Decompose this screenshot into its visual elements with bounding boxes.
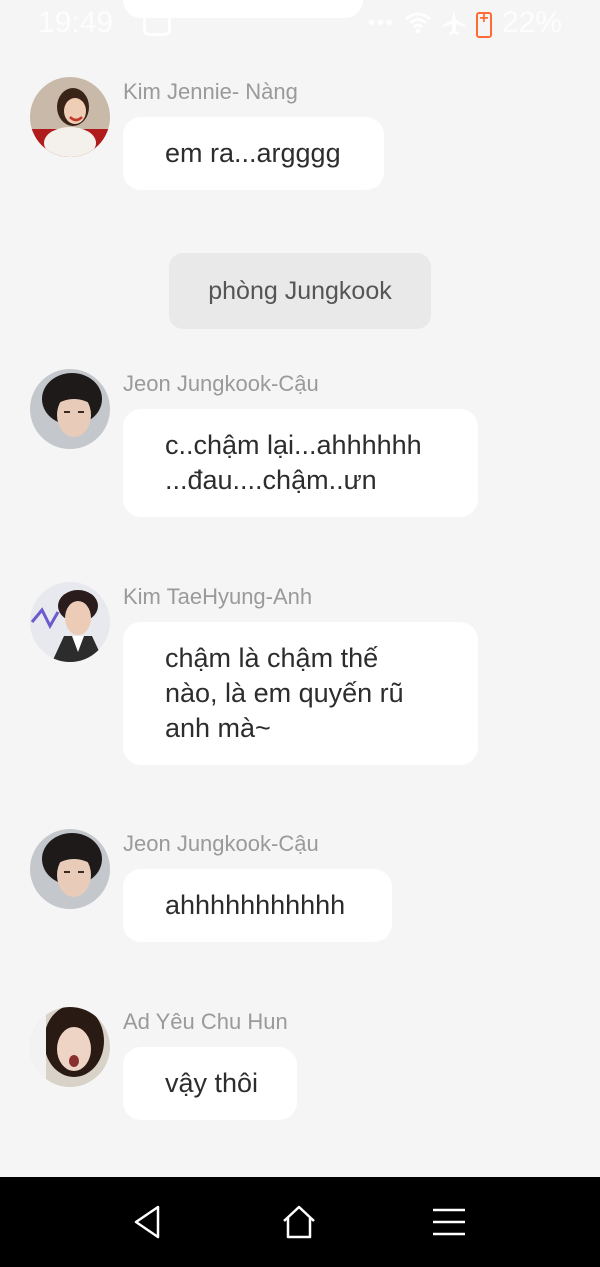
message-bubble[interactable]: c..chậm lại...ahhhhhh ...đau....chậm..ưn: [123, 409, 478, 517]
sender-name: Kim TaeHyung-Anh: [123, 584, 313, 609]
wifi-icon: [404, 12, 431, 34]
message-bubble[interactable]: ahhhhhhhhhhh: [123, 869, 392, 942]
message-text-line: nào, là em quyến rũ: [165, 678, 404, 708]
navigation-bar: [0, 1177, 600, 1267]
sender-name: Jeon Jungkook-Cậu: [123, 831, 319, 856]
message-text: vậy thôi: [165, 1068, 259, 1098]
back-triangle-icon[interactable]: [128, 1202, 168, 1242]
youtube-icon: [143, 12, 171, 36]
avatar[interactable]: [30, 369, 110, 449]
avatar[interactable]: [30, 829, 110, 909]
message-bubble[interactable]: vậy thôi: [123, 1047, 297, 1120]
message-text-line: anh mà~: [165, 713, 271, 743]
sender-name: Ad Yêu Chu Hun: [123, 1009, 288, 1034]
status-indicators: ••• 22%: [368, 6, 562, 40]
message-text-line: chậm là chậm thế: [165, 643, 379, 673]
airplane-mode-icon: [442, 11, 465, 35]
avatar[interactable]: [30, 582, 110, 662]
status-time: 19:49: [38, 6, 114, 39]
message-bubble[interactable]: chậm là chậm thế nào, là em quyến rũ anh…: [123, 622, 478, 765]
message-bubble[interactable]: em ra...argggg: [123, 117, 384, 190]
system-message: phòng Jungkook: [169, 253, 431, 329]
status-bar: 19:49 ••• 22%: [0, 0, 600, 50]
home-icon[interactable]: [279, 1202, 319, 1242]
message-text: ahhhhhhhhhhh: [165, 890, 346, 920]
sender-name: Kim Jennie- Nàng: [123, 79, 298, 104]
more-dots-icon: •••: [367, 10, 394, 35]
avatar[interactable]: [30, 1007, 110, 1087]
avatar[interactable]: [30, 77, 110, 157]
message-text: em ra...argggg: [165, 138, 341, 168]
menu-lines-icon[interactable]: [429, 1202, 469, 1242]
message-text-line: ...đau....chậm..ưn: [165, 465, 377, 495]
battery-charging-icon: [475, 10, 492, 38]
sender-name: Jeon Jungkook-Cậu: [123, 371, 319, 396]
battery-percent: 22%: [501, 6, 562, 39]
message-text-line: c..chậm lại...ahhhhhh: [165, 430, 422, 460]
